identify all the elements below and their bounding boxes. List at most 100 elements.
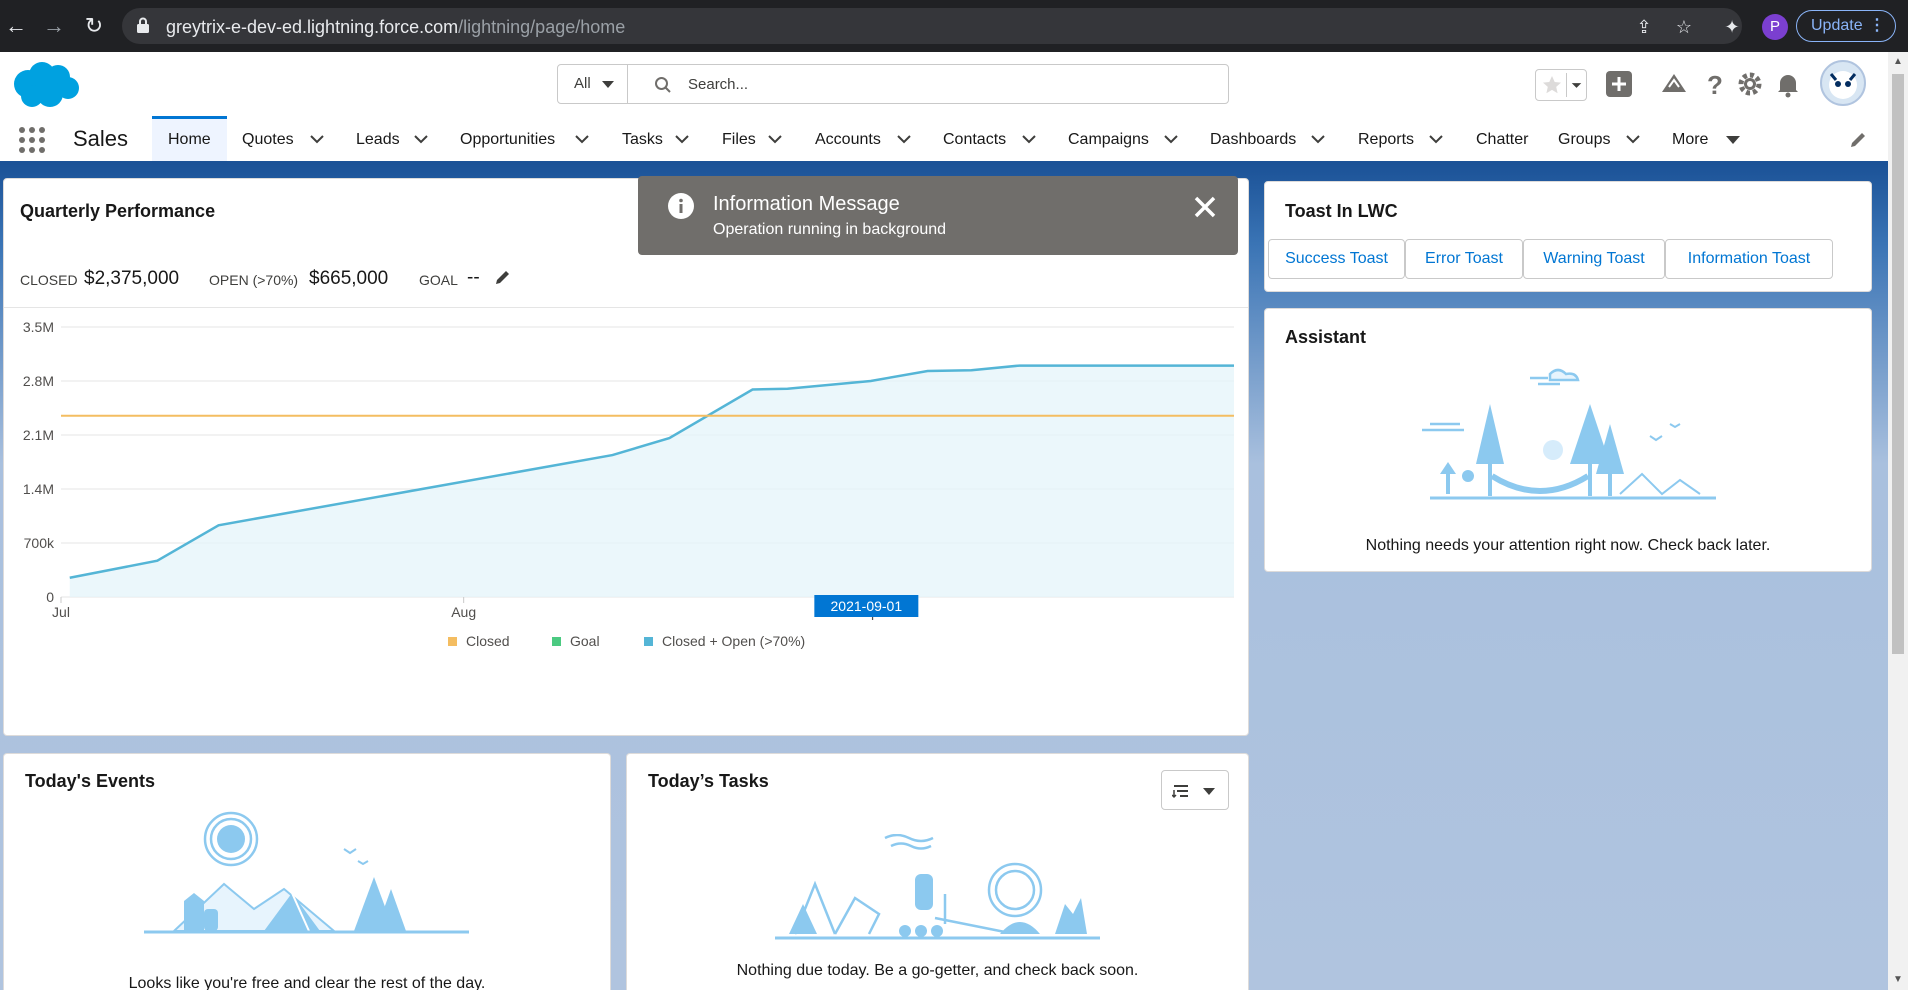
app-name: Sales	[73, 126, 129, 151]
warning-toast-button[interactable]: Warning Toast	[1523, 239, 1665, 279]
trailhead-icon[interactable]	[1660, 70, 1688, 98]
legend-label[interactable]: Closed	[466, 633, 510, 649]
url-text: greytrix-e-dev-ed.lightning.force.com/li…	[166, 17, 626, 37]
close-icon[interactable]	[1190, 192, 1220, 222]
beach-chair-illustration	[775, 834, 1100, 940]
chevron-down-icon[interactable]	[1022, 134, 1036, 144]
open-label: OPEN (>70%)	[209, 272, 299, 288]
closed-value: $2,375,000	[84, 268, 180, 289]
task-filter-button[interactable]	[1161, 770, 1229, 810]
assistant-empty-message: Nothing needs your attention right now. …	[1365, 537, 1771, 554]
help-icon[interactable]: ?	[1700, 70, 1728, 98]
caret-down-icon	[1203, 788, 1215, 795]
nav-item-contacts[interactable]: Contacts	[943, 116, 1006, 161]
user-avatar[interactable]	[1820, 60, 1866, 106]
sort-list-icon	[1172, 785, 1188, 799]
error-toast-button[interactable]: Error Toast	[1405, 239, 1523, 279]
scroll-down-icon[interactable]: ▼	[1892, 974, 1904, 986]
address-bar[interactable]: greytrix-e-dev-ed.lightning.force.com/li…	[122, 8, 1742, 44]
chevron-down-icon[interactable]	[1311, 134, 1325, 144]
nav-item-accounts[interactable]: Accounts	[815, 116, 881, 161]
search-input[interactable]	[688, 70, 1208, 98]
bookmark-star-icon[interactable]: ☆	[1674, 17, 1694, 37]
quarterly-performance-card: Quarterly Performance CLOSED $2,375,000 …	[3, 178, 1249, 736]
nav-item-dashboards[interactable]: Dashboards	[1210, 116, 1296, 161]
legend-swatch[interactable]	[448, 637, 457, 646]
nav-item-campaigns[interactable]: Campaigns	[1068, 116, 1149, 161]
legend-swatch[interactable]	[552, 637, 561, 646]
closed-label: CLOSED	[20, 272, 78, 288]
extensions-icon[interactable]: ✦	[1722, 17, 1742, 37]
forward-icon[interactable]: →	[40, 12, 68, 40]
star-icon[interactable]	[1540, 73, 1564, 97]
add-icon[interactable]	[1605, 70, 1633, 98]
chevron-down-icon[interactable]	[1429, 134, 1443, 144]
profile-avatar[interactable]: P	[1762, 14, 1788, 40]
app-launcher-icon[interactable]	[18, 126, 46, 154]
success-toast-button[interactable]: Success Toast	[1268, 239, 1405, 279]
lock-icon	[137, 17, 149, 33]
legend-label[interactable]: Goal	[570, 633, 600, 649]
salesforce-logo[interactable]	[8, 58, 82, 112]
legend-label[interactable]: Closed + Open (>70%)	[662, 633, 805, 649]
nav-item-quotes[interactable]: Quotes	[242, 116, 294, 161]
update-button[interactable]: Update ⋮	[1796, 10, 1896, 42]
astro-avatar-icon	[1829, 71, 1857, 99]
y-tick-label: 2.1M	[23, 427, 54, 443]
todays-events-card: Today's Events Looks like you're free an…	[3, 753, 611, 990]
reload-icon[interactable]: ↻	[80, 12, 108, 40]
performance-chart: 0700k1.4M2.1M2.8M3.5MJulAugSep2021-09-01…	[23, 319, 1234, 649]
nav-item-chatter[interactable]: Chatter	[1476, 116, 1528, 161]
nav-item-reports[interactable]: Reports	[1358, 116, 1414, 161]
chevron-down-icon[interactable]	[1164, 134, 1178, 144]
info-icon	[668, 193, 694, 219]
open-value: $665,000	[309, 268, 389, 289]
page-scrollbar[interactable]: ▲ ▼	[1888, 52, 1908, 990]
y-tick-label: 0	[46, 589, 54, 605]
chevron-down-icon[interactable]	[675, 134, 689, 144]
events-empty-message: Looks like you're free and clear the res…	[128, 975, 486, 990]
browser-toolbar: ← → ↻ greytrix-e-dev-ed.lightning.force.…	[0, 0, 1908, 52]
nav-item-tasks[interactable]: Tasks	[622, 116, 663, 161]
edit-goal-icon[interactable]	[494, 268, 512, 286]
scroll-up-icon[interactable]: ▲	[1892, 56, 1904, 68]
scroll-thumb[interactable]	[1892, 74, 1904, 654]
favorites-caret-icon[interactable]	[1566, 73, 1586, 97]
goal-label: GOAL	[419, 272, 458, 288]
x-tick-label: Jul	[52, 604, 70, 620]
card-title: Toast In LWC	[1285, 201, 1398, 221]
y-tick-label: 1.4M	[23, 481, 54, 497]
toast-title: Information Message	[713, 193, 900, 215]
divider	[4, 307, 1248, 308]
y-tick-label: 700k	[24, 535, 55, 551]
gear-icon[interactable]	[1736, 70, 1764, 98]
search-scope-dropdown[interactable]: All	[558, 65, 628, 103]
chevron-down-icon[interactable]	[1626, 134, 1640, 144]
bell-icon[interactable]	[1774, 70, 1802, 98]
update-label: Update	[1811, 17, 1863, 34]
card-title: Assistant	[1285, 327, 1367, 347]
chevron-down-icon[interactable]	[575, 134, 589, 144]
chevron-down-icon[interactable]	[897, 134, 911, 144]
nav-item-opportunities[interactable]: Opportunities	[460, 116, 555, 161]
edit-nav-icon[interactable]	[1848, 130, 1868, 150]
back-icon[interactable]: ←	[2, 12, 30, 40]
nav-item-leads[interactable]: Leads	[356, 116, 400, 161]
nav-item-groups[interactable]: Groups	[1558, 116, 1610, 161]
share-icon[interactable]: ⇪	[1634, 17, 1654, 37]
chevron-down-icon[interactable]	[414, 134, 428, 144]
caret-down-icon[interactable]	[1726, 136, 1740, 144]
information-toast-button[interactable]: Information Toast	[1665, 239, 1833, 279]
chevron-down-icon[interactable]	[768, 134, 782, 144]
date-tooltip-label: 2021-09-01	[831, 598, 903, 614]
card-title: Today's Events	[25, 771, 155, 791]
nav-item-more[interactable]: More	[1672, 116, 1708, 161]
nav-item-files[interactable]: Files	[722, 116, 756, 161]
tasks-empty-message: Nothing due today. Be a go-getter, and c…	[736, 962, 1139, 979]
goal-value: --	[467, 267, 480, 288]
camping-illustration	[144, 811, 469, 934]
nav-item-home[interactable]: Home	[152, 116, 227, 161]
chevron-down-icon[interactable]	[310, 134, 324, 144]
search-scope-label: All	[574, 75, 591, 92]
legend-swatch[interactable]	[644, 637, 653, 646]
